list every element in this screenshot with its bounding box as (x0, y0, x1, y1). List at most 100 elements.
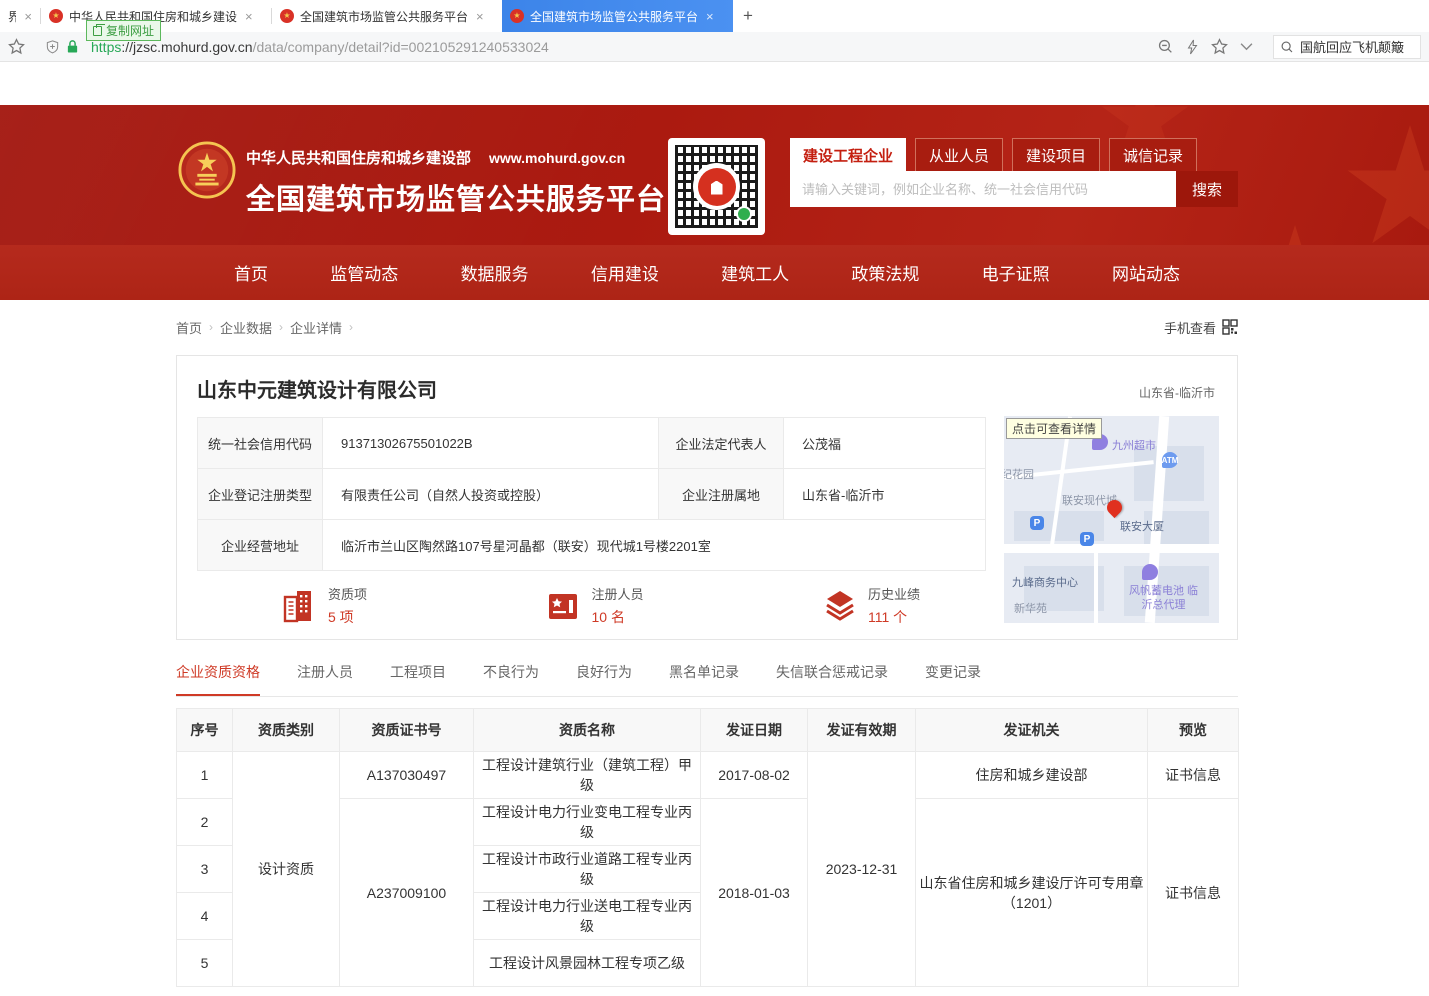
qual-name: 工程设计建筑行业（建筑工程）甲级 (474, 752, 701, 799)
browser-tab-jzsc-active[interactable]: ★ 全国建筑市场监管公共服务平台 × (502, 0, 733, 32)
shield-plus-icon[interactable] (45, 39, 60, 55)
issue-date: 2018-01-03 (701, 799, 808, 987)
breadcrumb-company-data[interactable]: 企业数据 (220, 318, 272, 337)
nav-item-workers[interactable]: 建筑工人 (721, 260, 789, 285)
cert-no: A237009100 (340, 799, 474, 987)
stat-qualifications[interactable]: 资质项 5 项 (282, 584, 367, 627)
certificate-icon (545, 588, 581, 624)
browser-address-bar: https://jzsc.mohurd.gov.cn/data/company/… (0, 32, 1429, 62)
map-label: 联安大厦 (1120, 518, 1164, 534)
row-no: 1 (177, 752, 233, 799)
stat-registered-personnel[interactable]: 注册人员 10 名 (545, 584, 643, 627)
favorite-star-icon[interactable] (1211, 38, 1228, 55)
keyword-search-input[interactable] (790, 171, 1176, 207)
search-tab-project[interactable]: 建设项目 (1012, 138, 1100, 171)
zoom-out-icon[interactable] (1157, 38, 1174, 55)
map-label: 新华苑 (1014, 600, 1047, 616)
mobile-view[interactable]: 手机查看 (1164, 318, 1238, 337)
emblem-favicon-icon: ★ (280, 9, 294, 23)
map-label: 九州超市 (1112, 437, 1156, 453)
browser-tab-partial[interactable]: 界 × (0, 0, 40, 32)
nav-item-credit[interactable]: 信用建设 (591, 260, 659, 285)
tab-close-icon[interactable]: × (245, 9, 253, 24)
page-top-gap (0, 62, 1429, 105)
search-button[interactable]: 搜索 (1176, 171, 1238, 207)
browser-tab-jzsc-1[interactable]: ★ 全国建筑市场监管公共服务平台 × (272, 0, 502, 32)
company-name: 山东中元建筑设计有限公司 (197, 374, 1217, 403)
reg-region-label: 企业注册属地 (659, 469, 784, 520)
legal-rep-label: 企业法定代表人 (659, 418, 784, 469)
miniprogram-badge-icon (736, 206, 752, 222)
credit-code-label: 统一社会信用代码 (198, 418, 323, 469)
row-no: 5 (177, 940, 233, 987)
bookmark-star-icon[interactable] (8, 38, 25, 55)
tab-projects[interactable]: 工程项目 (390, 662, 446, 696)
parking-marker-icon: P (1030, 516, 1044, 530)
company-location-map[interactable]: 九州超市 ATM 纪花园 联安现代城 P P 联安大厦 九峰商务中心 新华苑 风… (1004, 416, 1219, 623)
credit-code-value: 91371302675501022B (323, 418, 659, 469)
col-cert-no: 资质证书号 (340, 709, 474, 752)
tab-close-icon[interactable]: × (706, 9, 714, 24)
qual-name: 工程设计市政行业道路工程专业丙级 (474, 846, 701, 893)
stat-historical-performance[interactable]: 历史业绩 111 个 (822, 584, 920, 627)
qualification-table: 序号 资质类别 资质证书号 资质名称 发证日期 发证有效期 发证机关 预览 1 … (176, 708, 1239, 987)
emblem-favicon-icon: ★ (49, 9, 63, 23)
lightning-icon[interactable] (1186, 39, 1199, 55)
authority: 山东省住房和城乡建设厅许可专用章（1201） (916, 799, 1148, 987)
nav-item-supervision[interactable]: 监管动态 (330, 260, 398, 285)
hot-search-box[interactable]: 国航回应飞机颠簸 (1273, 35, 1421, 59)
row-no: 4 (177, 893, 233, 940)
map-label: 九峰商务中心 (1012, 574, 1078, 590)
tab-qualifications[interactable]: 企业资质资格 (176, 662, 260, 696)
company-stats: 资质项 5 项 注册人员 10 名 历史业绩 (197, 584, 985, 627)
col-category: 资质类别 (233, 709, 340, 752)
tab-good-behavior[interactable]: 良好行为 (576, 662, 632, 696)
col-valid-until: 发证有效期 (808, 709, 916, 752)
company-detail-card: 山东中元建筑设计有限公司 山东省-临沂市 统一社会信用代码 9137130267… (176, 355, 1238, 640)
company-info-table: 统一社会信用代码 91371302675501022B 企业法定代表人 公茂福 … (197, 417, 986, 571)
chevron-down-icon[interactable] (1240, 42, 1253, 51)
new-tab-button[interactable]: + (733, 0, 763, 32)
search-tab-personnel[interactable]: 从业人员 (915, 138, 1003, 171)
search-tab-enterprise[interactable]: 建设工程企业 (790, 138, 906, 171)
nav-item-site-news[interactable]: 网站动态 (1112, 260, 1180, 285)
tab-change-records[interactable]: 变更记录 (925, 662, 981, 696)
col-qual-name: 资质名称 (474, 709, 701, 752)
map-label: 风帆蓄电池 临沂总代理 (1126, 584, 1201, 613)
site-header: 中华人民共和国住房和城乡建设部www.mohurd.gov.cn 全国建筑市场监… (0, 105, 1429, 245)
cert-no: A137030497 (340, 752, 474, 799)
tab-close-icon[interactable]: × (24, 9, 32, 24)
breadcrumb-company-detail: 企业详情 (290, 318, 342, 337)
nav-item-home[interactable]: 首页 (234, 260, 268, 285)
tab-bad-behavior[interactable]: 不良行为 (483, 662, 539, 696)
issue-date: 2017-08-02 (701, 752, 808, 799)
detail-section-tabs: 企业资质资格 注册人员 工程项目 不良行为 良好行为 黑名单记录 失信联合惩戒记… (176, 662, 1238, 697)
site-title: 全国建筑市场监管公共服务平台 (246, 176, 666, 218)
search-tab-credit[interactable]: 诚信记录 (1109, 138, 1197, 171)
certificate-info-link[interactable]: 证书信息 (1148, 799, 1239, 987)
certificate-info-link[interactable]: 证书信息 (1148, 752, 1239, 799)
col-issue-date: 发证日期 (701, 709, 808, 752)
reg-type-value: 有限责任公司（自然人投资或控股） (323, 469, 659, 520)
address-value: 临沂市兰山区陶然路107号星河晶都（联安）现代城1号楼2201室 (323, 520, 986, 571)
building-icon (711, 181, 723, 195)
nav-item-data-service[interactable]: 数据服务 (461, 260, 529, 285)
row-no: 2 (177, 799, 233, 846)
ministry-url: www.mohurd.gov.cn (489, 150, 625, 166)
table-row: 1 设计资质 A137030497 工程设计建筑行业（建筑工程）甲级 2017-… (177, 752, 1239, 799)
search-icon (1280, 40, 1294, 54)
nav-item-policy[interactable]: 政策法规 (851, 260, 919, 285)
tab-registered-personnel[interactable]: 注册人员 (297, 662, 353, 696)
legal-rep-value: 公茂福 (784, 418, 986, 469)
tab-dishonesty-records[interactable]: 失信联合惩戒记录 (776, 662, 888, 696)
url-field[interactable]: https://jzsc.mohurd.gov.cn/data/company/… (91, 39, 1151, 55)
breadcrumb-home[interactable]: 首页 (176, 318, 202, 337)
qual-name: 工程设计风景园林工程专项乙级 (474, 940, 701, 987)
nav-item-certificates[interactable]: 电子证照 (982, 260, 1050, 285)
tab-close-icon[interactable]: × (476, 9, 484, 24)
authority: 住房和城乡建设部 (916, 752, 1148, 799)
tab-blacklist[interactable]: 黑名单记录 (669, 662, 739, 696)
browser-tab-bar: 界 × ★ 中华人民共和国住房和城乡建设 × ★ 全国建筑市场监管公共服务平台 … (0, 0, 1429, 32)
map-tooltip: 点击可查看详情 (1006, 418, 1102, 439)
secure-lock-icon (66, 39, 79, 54)
